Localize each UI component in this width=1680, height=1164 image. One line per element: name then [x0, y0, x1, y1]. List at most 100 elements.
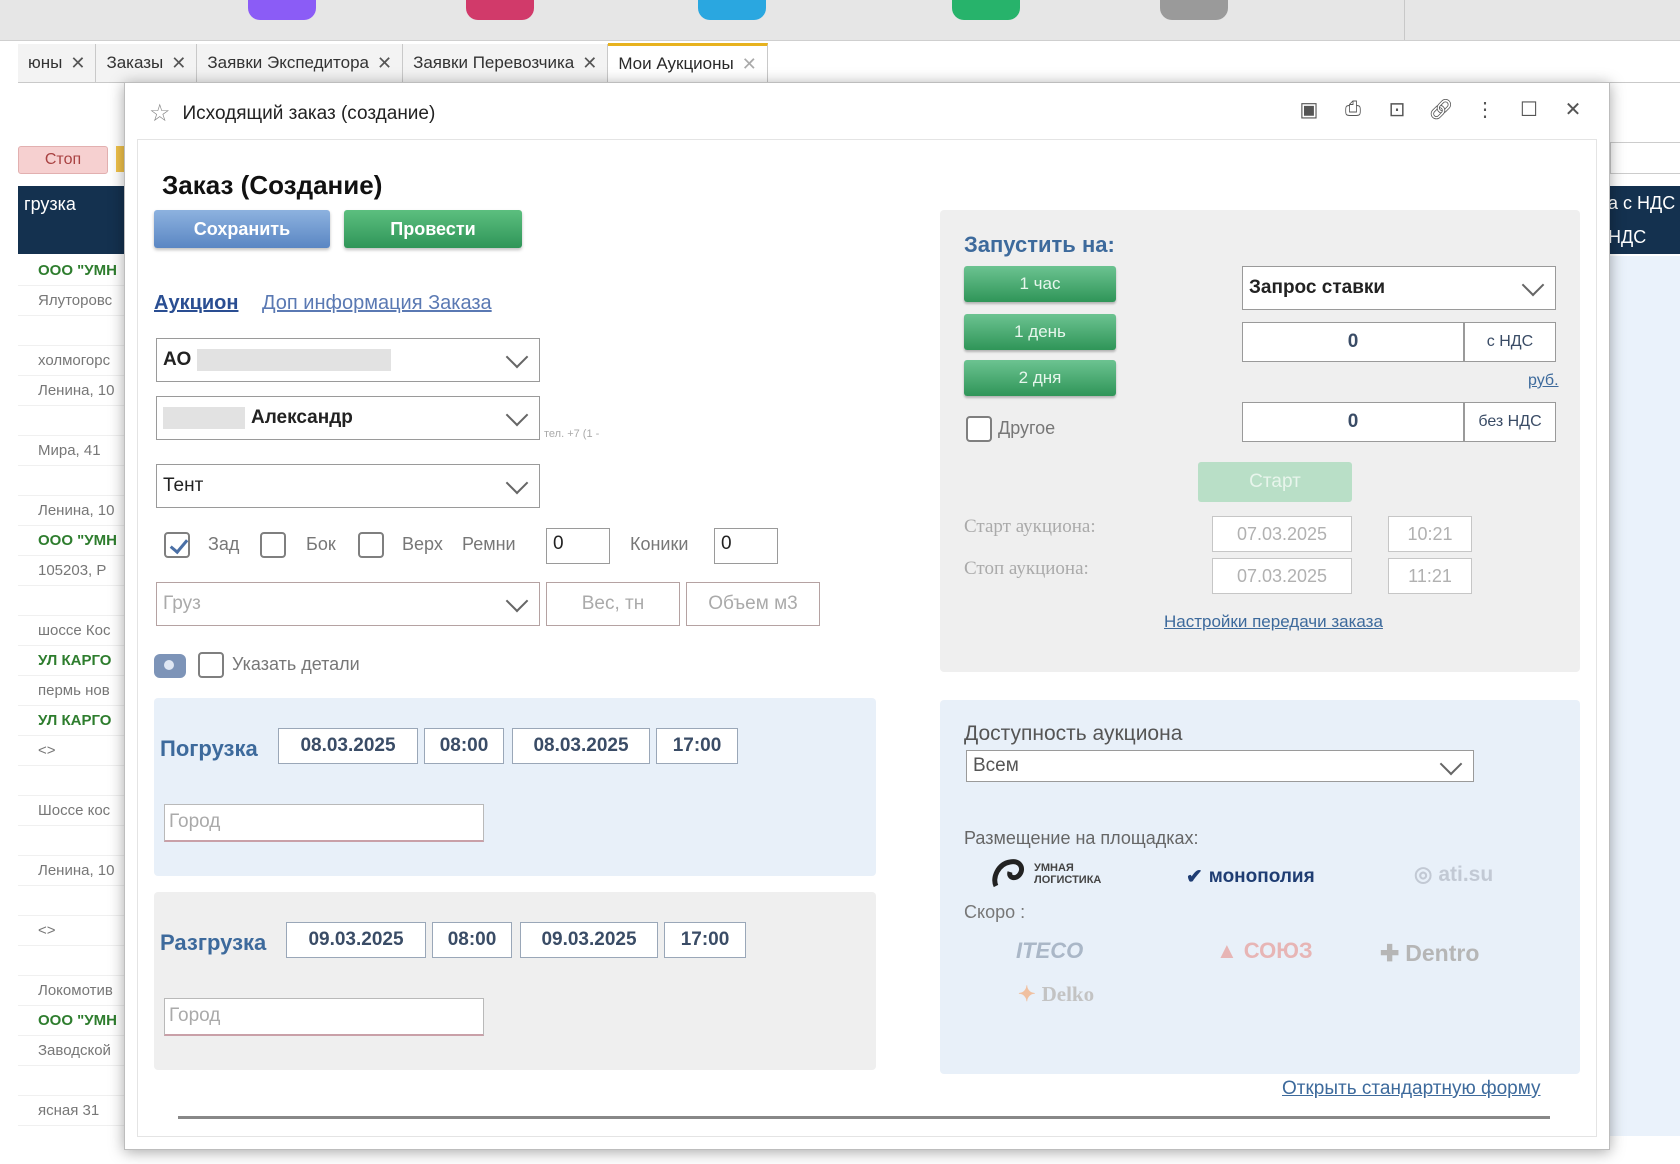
volume-input[interactable]: Объем м3 [686, 582, 820, 626]
table-row[interactable]: Ялуторовс [18, 286, 140, 316]
table-row[interactable]: ООО "УМН [18, 256, 140, 286]
save-button[interactable]: Сохранить [154, 210, 330, 248]
pickup-date-from[interactable]: 08.03.2025 [278, 728, 418, 764]
close-icon[interactable]: ✕ [70, 53, 85, 74]
table-row[interactable] [18, 826, 140, 856]
stop-button[interactable]: Стоп [18, 146, 108, 174]
pickup-city-input[interactable]: Город [164, 804, 484, 842]
delivery-time-from[interactable]: 08:00 [432, 922, 512, 958]
currency-link[interactable]: руб. [1528, 372, 1559, 390]
start-date-input[interactable]: 07.03.2025 [1212, 516, 1352, 552]
table-row[interactable] [18, 316, 140, 346]
transfer-settings-link[interactable]: Настройки передачи заказа [1164, 612, 1383, 632]
horizontal-scrollbar[interactable] [178, 1116, 1550, 1119]
table-header-price[interactable]: а с НДС НДС [1600, 186, 1680, 254]
close-icon[interactable]: ✕ [171, 53, 186, 74]
app-section-blue[interactable] [698, 0, 766, 20]
table-row[interactable]: ясная 31 [18, 1096, 140, 1126]
delivery-city-input[interactable]: Город [164, 998, 484, 1036]
other-duration-checkbox[interactable] [966, 416, 992, 442]
table-row[interactable]: Мира, 41 [18, 436, 140, 466]
delivery-time-to[interactable]: 17:00 [664, 922, 746, 958]
table-row[interactable]: <> [18, 916, 140, 946]
table-row[interactable] [18, 406, 140, 436]
table-row[interactable]: Ленина, 10 [18, 496, 140, 526]
rate-type-select[interactable]: Запрос ставки [1242, 266, 1556, 310]
delivery-date-to[interactable]: 09.03.2025 [520, 922, 658, 958]
company-select[interactable]: АО [156, 338, 540, 382]
rear-loading-checkbox[interactable] [164, 532, 190, 558]
close-icon[interactable]: ✕ [742, 54, 757, 75]
table-row[interactable] [18, 586, 140, 616]
launch-2-days-button[interactable]: 2 дня [964, 360, 1116, 396]
app-section-green[interactable] [952, 0, 1020, 20]
price-without-vat-input[interactable]: 0 [1242, 402, 1464, 442]
contact-select[interactable]: Александр [156, 396, 540, 440]
table-row[interactable]: Ленина, 10 [18, 376, 140, 406]
maximize-icon[interactable]: ☐ [1515, 95, 1543, 123]
open-standard-form-link[interactable]: Открыть стандартную форму [1282, 1078, 1541, 1100]
side-loading-checkbox[interactable] [260, 532, 286, 558]
table-row[interactable] [18, 946, 140, 976]
close-icon[interactable]: ✕ [1559, 95, 1587, 123]
delivery-date-from[interactable]: 09.03.2025 [286, 922, 426, 958]
tab-auctions-prev[interactable]: юны ✕ [18, 44, 97, 82]
start-button[interactable]: Старт [1198, 462, 1352, 502]
camera-icon[interactable] [154, 654, 186, 678]
close-icon[interactable]: ✕ [582, 53, 597, 74]
pickup-time-to[interactable]: 17:00 [656, 728, 738, 764]
tab-order-info-link[interactable]: Доп информация Заказа [262, 292, 492, 315]
body-type-select[interactable]: Тент [156, 464, 540, 508]
tab-auction-link[interactable]: Аукцион [154, 292, 238, 315]
save-icon[interactable]: ▣ [1295, 95, 1323, 123]
table-row[interactable]: ООО "УМН [18, 526, 140, 556]
table-row[interactable]: Заводской [18, 1036, 140, 1066]
post-button[interactable]: Провести [344, 210, 522, 248]
pickup-time-from[interactable]: 08:00 [424, 728, 504, 764]
table-row[interactable]: <> [18, 736, 140, 766]
table-row[interactable]: УЛ КАРГО [18, 706, 140, 736]
stop-date-input[interactable]: 07.03.2025 [1212, 558, 1352, 594]
app-section-gray[interactable] [1160, 0, 1228, 20]
tab-carrier-requests[interactable]: Заявки Перевозчика ✕ [403, 44, 609, 82]
table-row[interactable] [18, 886, 140, 916]
star-icon[interactable]: ☆ [149, 99, 171, 128]
details-checkbox[interactable] [198, 652, 224, 678]
table-row[interactable]: пермь нов [18, 676, 140, 706]
price-with-vat-input[interactable]: 0 [1242, 322, 1464, 362]
launch-1-hour-button[interactable]: 1 час [964, 266, 1116, 302]
table-header-loading[interactable]: грузка [18, 186, 140, 254]
tab-forwarder-requests[interactable]: Заявки Экспедитора ✕ [197, 44, 404, 82]
app-section-pink[interactable] [466, 0, 534, 20]
launch-1-day-button[interactable]: 1 день [964, 314, 1116, 350]
table-row[interactable]: Локомотив [18, 976, 140, 1006]
table-row[interactable] [18, 1066, 140, 1096]
table-row[interactable]: шоссе Кос [18, 616, 140, 646]
table-row[interactable]: холмогорс [18, 346, 140, 376]
table-row[interactable]: 105203, Р [18, 556, 140, 586]
table-row[interactable]: УЛ КАРГО [18, 646, 140, 676]
tab-orders[interactable]: Заказы ✕ [96, 44, 198, 82]
table-row[interactable] [18, 466, 140, 496]
cargo-select[interactable]: Груз [156, 582, 540, 626]
stop-time-input[interactable]: 11:21 [1388, 558, 1472, 594]
weight-input[interactable]: Вес, тн [546, 582, 680, 626]
cones-input[interactable]: 0 [714, 528, 778, 564]
preview-icon[interactable]: ⊡ [1383, 95, 1411, 123]
close-icon[interactable]: ✕ [377, 53, 392, 74]
app-section-purple[interactable] [248, 0, 316, 20]
more-icon[interactable]: ⋮ [1471, 95, 1499, 123]
tab-my-auctions[interactable]: Мои Аукционы ✕ [608, 43, 768, 82]
link-icon[interactable]: 🔗︎ [1427, 95, 1455, 123]
top-loading-checkbox[interactable] [358, 532, 384, 558]
table-row[interactable]: Ленина, 10 [18, 856, 140, 886]
availability-select[interactable]: Всем [966, 750, 1474, 782]
table-row[interactable]: Шоссе кос [18, 796, 140, 826]
belts-input[interactable]: 0 [546, 528, 610, 564]
background-filter-input[interactable] [1610, 142, 1680, 174]
table-row[interactable] [18, 766, 140, 796]
start-time-input[interactable]: 10:21 [1388, 516, 1472, 552]
pickup-date-to[interactable]: 08.03.2025 [512, 728, 650, 764]
table-row[interactable]: ООО "УМН [18, 1006, 140, 1036]
print-icon[interactable]: ⎙ [1339, 95, 1367, 123]
